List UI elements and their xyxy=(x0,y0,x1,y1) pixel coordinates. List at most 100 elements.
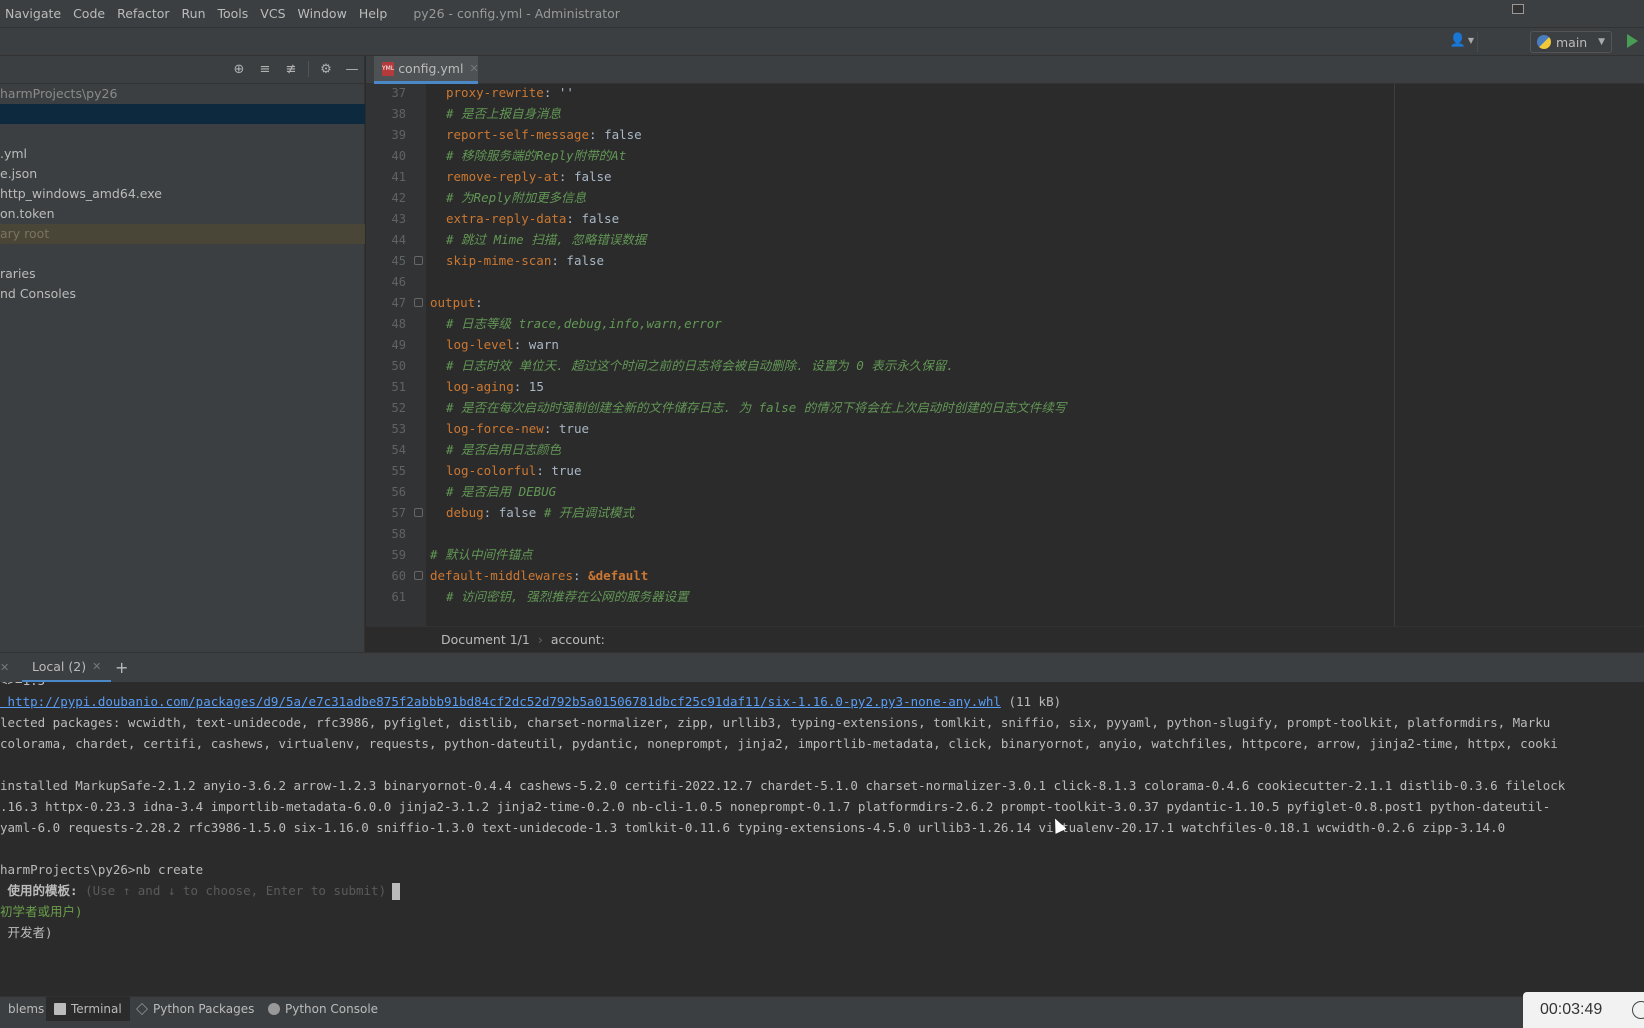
code-line: # 默认中间件锚点 xyxy=(430,544,533,566)
gear-icon[interactable]: ⚙ xyxy=(317,60,335,78)
menu-refactor[interactable]: Refactor xyxy=(111,6,175,21)
line-number: 61 xyxy=(391,590,406,604)
new-terminal-button[interactable]: + xyxy=(115,658,128,677)
line-number: 39 xyxy=(391,128,406,142)
user-button[interactable]: 👤 ▼ xyxy=(1450,33,1474,48)
code-editor[interactable]: proxy-rewrite: '' # 是否上报自身消息 report-self-m… xyxy=(426,84,1644,626)
tree-item-token[interactable]: on.token xyxy=(0,204,365,224)
code-line: log-force-new: true xyxy=(446,418,589,440)
tree-item[interactable] xyxy=(0,244,365,264)
yaml-key: debug xyxy=(446,505,484,520)
terminal-line: yaml-6.0 requests-2.28.2 rfc3986-1.5.0 s… xyxy=(0,820,1506,835)
line-number: 43 xyxy=(391,212,406,226)
tree-item-json[interactable]: e.json xyxy=(0,164,365,184)
menu-help[interactable]: Help xyxy=(353,6,394,21)
fold-icon[interactable] xyxy=(414,256,423,265)
tree-item-project-path[interactable]: harmProjects\py26 xyxy=(0,84,365,104)
screen-recorder-widget: 00:03:49 xyxy=(1523,992,1644,1028)
locate-icon[interactable]: ⊕ xyxy=(230,60,248,78)
line-number: 45 xyxy=(391,254,406,268)
tree-item-library-root[interactable]: ary root xyxy=(0,224,365,244)
yaml-key: default-middlewares xyxy=(430,568,573,583)
tree-item-external-libraries[interactable]: raries xyxy=(0,264,365,284)
terminal-line: harmProjects\py26>nb create xyxy=(0,862,204,877)
fold-icon[interactable] xyxy=(414,571,423,580)
menu-run[interactable]: Run xyxy=(176,6,212,21)
python-console-icon xyxy=(268,1003,280,1015)
breadcrumb-account[interactable]: account: xyxy=(551,632,605,647)
tab-terminal[interactable]: Terminal xyxy=(46,997,130,1021)
tab-config-yml[interactable]: YML config.yml ✕ xyxy=(374,56,479,84)
line-number: 56 xyxy=(391,485,406,499)
tab-label: config.yml xyxy=(398,61,464,76)
yaml-colon: : xyxy=(483,505,499,520)
pause-icon[interactable] xyxy=(1632,1001,1644,1019)
breadcrumb-document[interactable]: Document 1/1 xyxy=(441,632,530,647)
tab-label: Local (2) xyxy=(32,659,87,674)
fold-icon[interactable] xyxy=(414,298,423,307)
code-line: # 是否启用日志颜色 xyxy=(446,439,561,461)
tree-item-selected[interactable] xyxy=(0,104,365,124)
project-panel: ⊕ ≡ ≢ ⚙ — harmProjects\py26 .yml e.json … xyxy=(0,56,365,652)
line-gutter: 37 38 39 40 41 42 43 44 45 46 47 48 49 50 51 52 53 54 55 56… xyxy=(366,84,426,626)
line-number: 51 xyxy=(391,380,406,394)
yaml-comment: # 是否启用日志颜色 xyxy=(446,442,562,457)
tab-python-console[interactable]: Python Console xyxy=(260,997,386,1021)
breadcrumb: Document 1/1 › account: xyxy=(366,626,1644,652)
code-line: output: xyxy=(430,292,490,314)
tab-local-2[interactable]: Local (2) ✕ xyxy=(22,653,112,683)
project-tree: harmProjects\py26 .yml e.json http_windo… xyxy=(0,84,365,304)
yaml-comment: # 为Reply附加更多信息 xyxy=(446,190,587,205)
tool-window-bar: blems Terminal Python Packages Python Co… xyxy=(0,996,1644,1028)
restore-window-icon[interactable] xyxy=(1512,4,1524,14)
yaml-comment: # 是否在每次启动时强制创建全新的文件储存日志. 为 false 的情况下将会在… xyxy=(446,400,1067,415)
chevron-down-icon: ▼ xyxy=(1598,37,1605,47)
yaml-key: report-self-message xyxy=(446,127,589,142)
terminal-tabs: ✕ Local (2) ✕ + xyxy=(0,652,1644,683)
close-icon[interactable]: ✕ xyxy=(0,661,9,674)
code-line: default-middlewares: &default xyxy=(430,565,648,587)
collapse-all-icon[interactable]: ≢ xyxy=(282,60,300,78)
line-number: 41 xyxy=(391,170,406,184)
close-icon[interactable]: ✕ xyxy=(92,660,101,673)
divider xyxy=(308,61,309,77)
line-number: 49 xyxy=(391,338,406,352)
code-line: proxy-rewrite: '' xyxy=(446,84,574,104)
yaml-key: proxy-rewrite xyxy=(446,85,544,100)
yaml-colon: : xyxy=(573,568,589,583)
tab-python-packages[interactable]: Python Packages xyxy=(128,997,262,1021)
terminal-output[interactable]: <>=1.5 http://pypi.doubanio.com/packages… xyxy=(0,682,1644,996)
tree-item-scratches-consoles[interactable]: nd Consoles xyxy=(0,284,365,304)
run-config-select[interactable]: main ▼ xyxy=(1530,31,1612,53)
yaml-value: false xyxy=(581,211,620,226)
fold-icon[interactable] xyxy=(414,508,423,517)
hide-icon[interactable]: — xyxy=(343,60,361,78)
close-icon[interactable]: ✕ xyxy=(469,62,478,75)
menu-tools[interactable]: Tools xyxy=(212,6,255,21)
menu-vcs[interactable]: VCS xyxy=(254,6,291,21)
menu-bar: Navigate Code Refactor Run Tools VCS Win… xyxy=(0,0,1644,28)
package-url-link[interactable]: http://pypi.doubanio.com/packages/d9/5a/… xyxy=(0,694,1001,709)
run-icon[interactable] xyxy=(1627,34,1638,48)
menu-code[interactable]: Code xyxy=(67,6,111,21)
yaml-key: log-aging xyxy=(446,379,514,394)
menu-window[interactable]: Window xyxy=(292,6,353,21)
yaml-key: log-force-new xyxy=(446,421,544,436)
expand-all-icon[interactable]: ≡ xyxy=(256,60,274,78)
yaml-key: skip-mime-scan xyxy=(446,253,552,268)
code-line: # 为Reply附加更多信息 xyxy=(446,187,586,209)
tab-label: blems xyxy=(8,1002,45,1016)
menu-navigate[interactable]: Navigate xyxy=(0,6,67,21)
code-line: # 是否上报自身消息 xyxy=(446,103,561,125)
line-number: 38 xyxy=(391,107,406,121)
python-icon xyxy=(1537,35,1551,49)
tree-item-yml[interactable]: .yml xyxy=(0,144,365,164)
line-number: 55 xyxy=(391,464,406,478)
tab-problems[interactable]: blems xyxy=(0,997,52,1021)
yaml-value: '' xyxy=(558,85,574,100)
selected-option[interactable]: 初学者或用户) xyxy=(0,904,83,919)
yaml-value: true xyxy=(551,463,582,478)
terminal-line: .16.3 httpx-0.23.3 idna-3.4 importlib-me… xyxy=(0,799,1551,814)
tree-item[interactable] xyxy=(0,124,365,144)
tree-item-exe[interactable]: http_windows_amd64.exe xyxy=(0,184,365,204)
